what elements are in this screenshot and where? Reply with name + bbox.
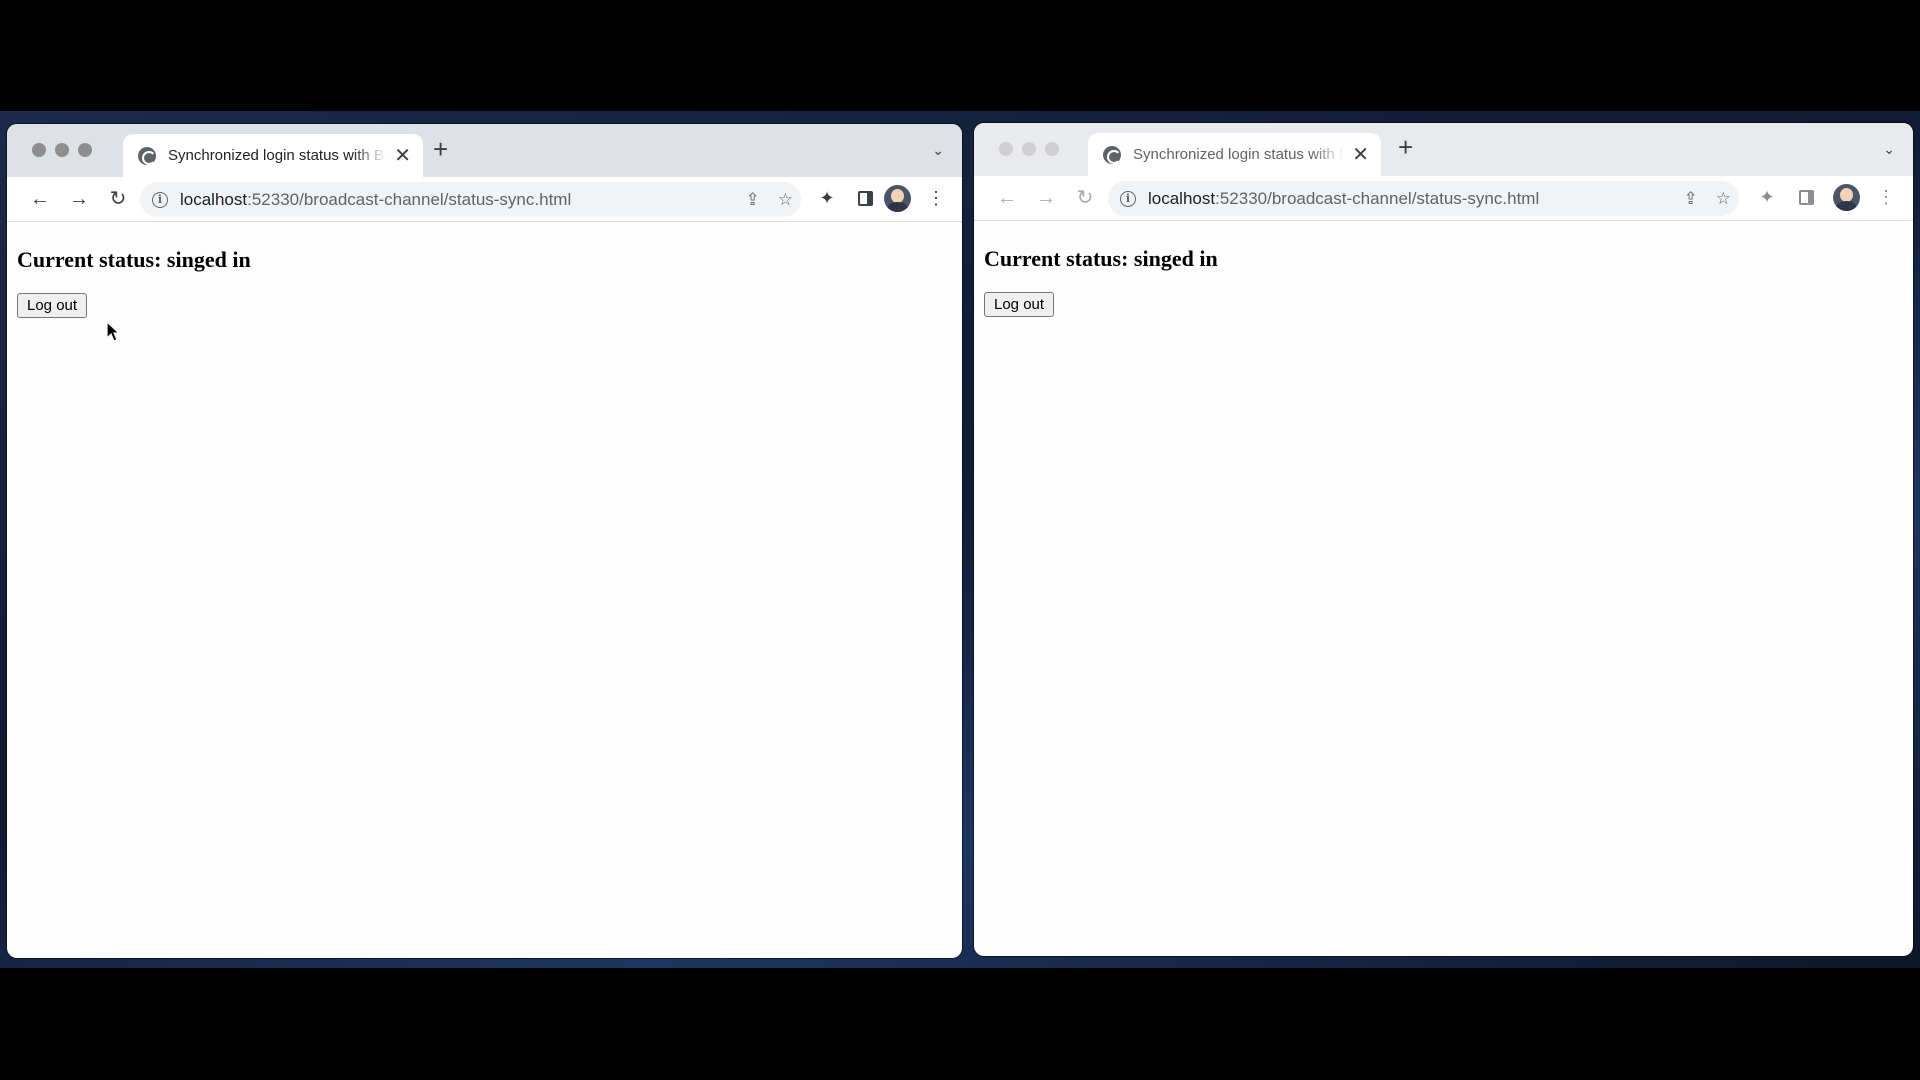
browser-tab[interactable]: Synchronized login status with Broadcast… [123,134,423,177]
info-icon[interactable]: i [152,191,168,208]
tab-title: Synchronized login status with Broadcast… [1133,146,1345,163]
url-text[interactable]: localhost:52330/broadcast-channel/status… [180,190,571,210]
kebab-menu-icon[interactable]: ⋮ [924,186,948,210]
window-controls [32,143,92,157]
star-icon[interactable]: ☆ [778,190,793,210]
status-heading: Current status: singed in [17,247,251,272]
favicon-icon [138,146,156,165]
close-tab-icon[interactable]: ✕ [1352,145,1369,165]
tab-search-chevron-icon[interactable]: ⌄ [932,142,944,159]
page-content: Current status: singed in Log out [7,222,962,958]
avatar[interactable] [1833,184,1860,211]
browser-window-left: Synchronized login status with Broadcast… [7,124,962,958]
back-arrow-icon[interactable]: ← [993,184,1021,212]
omnibox-actions: ⇪ ☆ [1684,181,1732,216]
url-text[interactable]: localhost:52330/broadcast-channel/status… [1148,189,1539,209]
share-icon[interactable]: ⇪ [1684,189,1698,209]
logout-button[interactable]: Log out [984,292,1055,317]
address-bar[interactable]: i localhost:52330/broadcast-channel/stat… [140,182,801,217]
browser-toolbar: ← → ↻ i localhost:52330/broadcast-channe… [974,176,1913,221]
puzzle-icon[interactable]: ✦ [815,186,839,210]
maximize-window-button[interactable] [1045,142,1059,156]
side-panel-icon[interactable] [1794,185,1818,209]
puzzle-icon[interactable]: ✦ [1755,185,1779,209]
tab-title: Synchronized login status with Broadcast… [168,147,386,164]
forward-arrow-icon[interactable]: → [1032,184,1060,212]
status-heading: Current status: singed in [984,246,1218,271]
address-bar[interactable]: i localhost:52330/broadcast-channel/stat… [1108,181,1739,216]
forward-arrow-icon[interactable]: → [65,185,93,213]
reload-icon[interactable]: ↻ [104,185,132,213]
browser-toolbar: ← → ↻ i localhost:52330/broadcast-channe… [7,177,962,222]
favicon-icon [1103,145,1121,164]
browser-tab[interactable]: Synchronized login status with Broadcast… [1088,133,1381,176]
close-window-button[interactable] [999,142,1013,156]
minimize-window-button[interactable] [1022,142,1036,156]
minimize-window-button[interactable] [55,143,69,157]
logout-button[interactable]: Log out [17,293,88,318]
page-content: Current status: singed in Log out [974,221,1913,956]
avatar[interactable] [884,185,911,212]
browser-window-right: Synchronized login status with Broadcast… [974,123,1913,956]
new-tab-button[interactable]: + [433,136,448,162]
close-window-button[interactable] [32,143,46,157]
maximize-window-button[interactable] [78,143,92,157]
reload-icon[interactable]: ↻ [1071,184,1099,212]
url-host: localhost [180,189,248,209]
url-path: :52330/broadcast-channel/status-sync.htm… [247,189,572,209]
share-icon[interactable]: ⇪ [746,190,760,210]
side-panel-icon[interactable] [853,186,877,210]
star-icon[interactable]: ☆ [1716,189,1731,209]
close-tab-icon[interactable]: ✕ [394,146,411,166]
url-path: :52330/broadcast-channel/status-sync.htm… [1215,188,1540,208]
kebab-menu-icon[interactable]: ⋮ [1874,185,1898,209]
tab-search-chevron-icon[interactable]: ⌄ [1883,141,1895,158]
info-icon[interactable]: i [1120,190,1136,207]
url-host: localhost [1148,188,1216,208]
back-arrow-icon[interactable]: ← [26,185,54,213]
window-controls [999,142,1059,156]
new-tab-button[interactable]: + [1398,134,1413,160]
tab-strip: Synchronized login status with Broadcast… [974,123,1913,176]
tab-strip: Synchronized login status with Broadcast… [7,124,962,177]
omnibox-actions: ⇪ ☆ [746,182,794,217]
